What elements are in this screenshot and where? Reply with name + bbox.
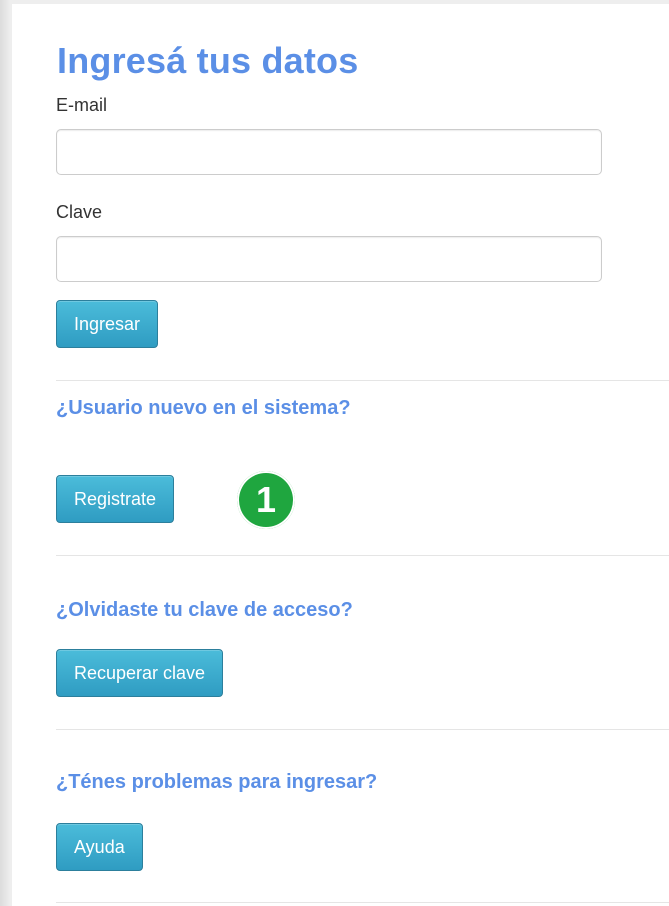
login-button[interactable]: Ingresar: [56, 300, 159, 348]
divider: [56, 729, 669, 730]
divider: [56, 902, 669, 903]
password-field[interactable]: [56, 236, 602, 282]
email-field[interactable]: [56, 129, 602, 175]
recover-password-button[interactable]: Recuperar clave: [56, 649, 224, 697]
login-panel: Ingresá tus datos E-mail Clave Ingresar …: [12, 4, 669, 906]
page-title: Ingresá tus datos: [57, 40, 359, 81]
divider: [56, 555, 669, 556]
divider: [56, 380, 669, 381]
register-button[interactable]: Registrate: [56, 475, 175, 523]
password-label: Clave: [56, 202, 103, 222]
help-button[interactable]: Ayuda: [56, 823, 143, 871]
step-number-badge: 1: [237, 471, 295, 529]
register-heading: ¿Usuario nuevo en el sistema?: [56, 397, 351, 419]
email-label: E-mail: [56, 95, 108, 115]
recover-heading: ¿Olvidaste tu clave de acceso?: [56, 599, 353, 621]
help-heading: ¿Ténes problemas para ingresar?: [56, 771, 378, 793]
